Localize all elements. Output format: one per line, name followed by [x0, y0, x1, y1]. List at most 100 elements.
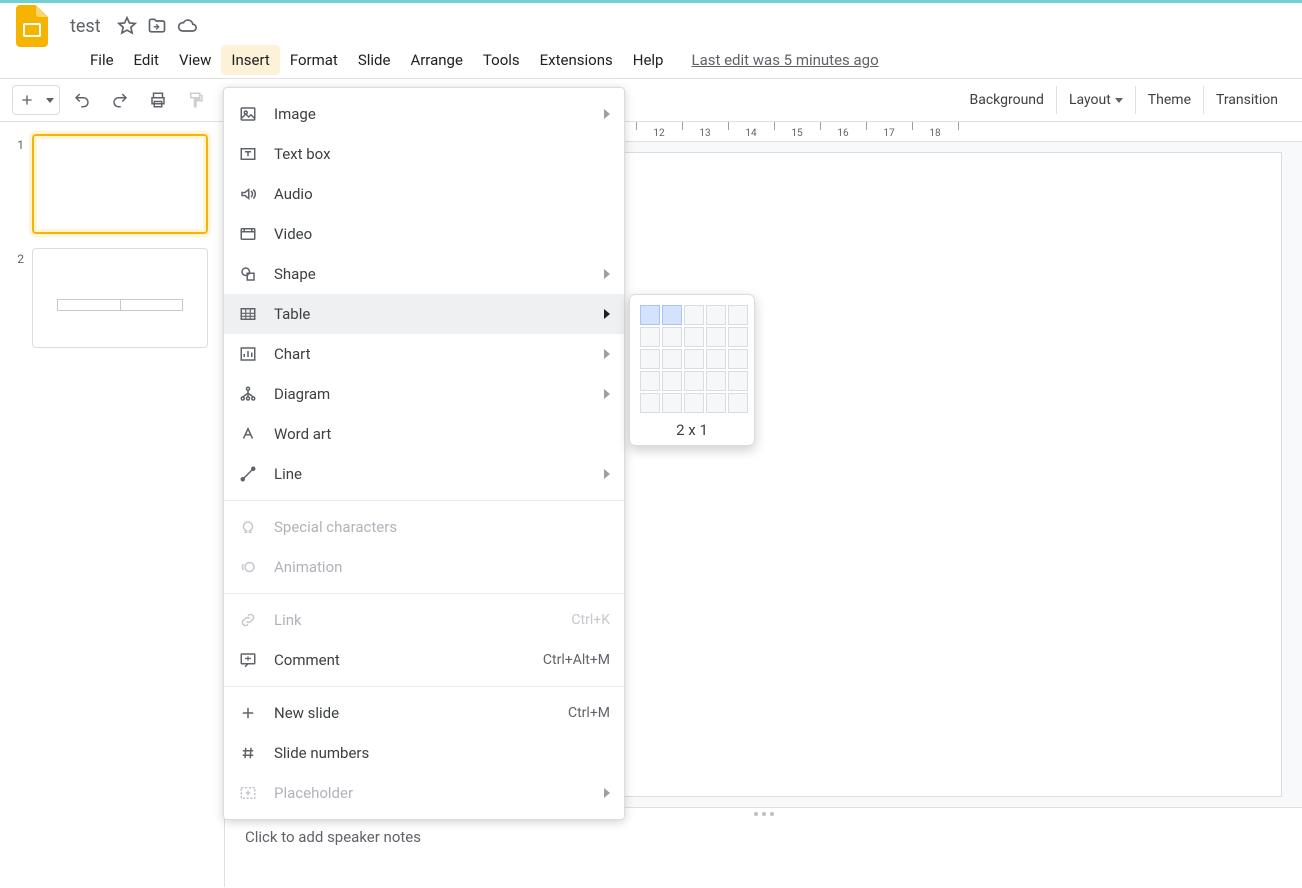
table-picker-cell[interactable]	[640, 305, 660, 325]
menu-extensions[interactable]: Extensions	[530, 45, 623, 75]
table-picker-cell[interactable]	[662, 349, 682, 369]
layout-button[interactable]: Layout	[1056, 86, 1135, 114]
slide-thumb-row: 2	[8, 248, 216, 348]
menu-help[interactable]: Help	[623, 45, 674, 75]
print-button[interactable]	[142, 84, 174, 116]
table-size-picker[interactable]: 2 x 1	[629, 294, 755, 446]
new-slide-button[interactable]	[13, 86, 41, 114]
menu-item-label: Comment	[274, 651, 527, 669]
insert-table[interactable]: Table	[224, 294, 624, 334]
insert-comment[interactable]: CommentCtrl+Alt+M	[224, 640, 624, 680]
table-picker-cell[interactable]	[706, 305, 726, 325]
menu-view[interactable]: View	[169, 45, 221, 75]
table-picker-cell[interactable]	[684, 393, 704, 413]
submenu-arrow-icon	[604, 349, 610, 359]
notes-placeholder[interactable]: Click to add speaker notes	[225, 820, 1302, 854]
menu-shortcut: Ctrl+M	[568, 705, 610, 721]
table-picker-cell[interactable]	[684, 349, 704, 369]
insert-special-characters: Special characters	[224, 507, 624, 547]
table-picker-cell[interactable]	[640, 327, 660, 347]
menu-insert[interactable]: Insert	[221, 45, 279, 75]
table-picker-cell[interactable]	[706, 393, 726, 413]
table-picker-cell[interactable]	[684, 327, 704, 347]
star-icon[interactable]	[117, 16, 137, 36]
doc-title[interactable]: test	[64, 14, 107, 39]
placeholder-icon	[238, 783, 258, 803]
table-picker-cell[interactable]	[662, 393, 682, 413]
last-edit-link[interactable]: Last edit was 5 minutes ago	[691, 51, 878, 69]
slides-logo-icon[interactable]	[12, 1, 52, 51]
menu-item-label: Text box	[274, 145, 610, 163]
table-picker-cell[interactable]	[706, 371, 726, 391]
insert-shape[interactable]: Shape	[224, 254, 624, 294]
menu-item-label: Shape	[274, 265, 580, 283]
move-folder-icon[interactable]	[147, 16, 167, 36]
menu-separator	[224, 500, 624, 501]
menu-item-label: Audio	[274, 185, 610, 203]
slide-thumb-row: 1	[8, 134, 216, 234]
insert-word-art[interactable]: Word art	[224, 414, 624, 454]
menu-item-label: Slide numbers	[274, 744, 610, 762]
menu-edit[interactable]: Edit	[124, 45, 169, 75]
background-button[interactable]: Background	[958, 86, 1056, 114]
table-picker-cell[interactable]	[662, 371, 682, 391]
table-picker-cell[interactable]	[640, 371, 660, 391]
insert-line[interactable]: Line	[224, 454, 624, 494]
toolbar: Background Layout Theme Transition	[0, 78, 1302, 122]
slide-number: 2	[8, 248, 24, 348]
slide-thumbnail[interactable]	[32, 248, 208, 348]
menu-item-label: Chart	[274, 345, 580, 363]
table-picker-cell[interactable]	[728, 393, 748, 413]
menu-file[interactable]: File	[80, 45, 124, 75]
table-picker-cell[interactable]	[640, 393, 660, 413]
menu-shortcut: Ctrl+K	[571, 612, 610, 628]
table-picker-cell[interactable]	[728, 371, 748, 391]
insert-audio[interactable]: Audio	[224, 174, 624, 214]
paint-format-button[interactable]	[180, 84, 212, 116]
slide-thumbnail[interactable]	[32, 134, 208, 234]
insert-slide-numbers[interactable]: Slide numbers	[224, 733, 624, 773]
menu-item-label: Line	[274, 465, 580, 483]
insert-link: LinkCtrl+K	[224, 600, 624, 640]
table-picker-cell[interactable]	[728, 305, 748, 325]
cloud-status-icon[interactable]	[177, 16, 197, 36]
table-picker-cell[interactable]	[640, 349, 660, 369]
menu-item-label: Diagram	[274, 385, 580, 403]
menu-format[interactable]: Format	[280, 45, 348, 75]
ruler-label: 15	[791, 128, 802, 139]
table-picker-cell[interactable]	[684, 305, 704, 325]
insert-image[interactable]: Image	[224, 94, 624, 134]
table-picker-cell[interactable]	[728, 349, 748, 369]
new-slide-dropdown[interactable]	[41, 86, 59, 114]
video-icon	[238, 224, 258, 244]
ruler-label: 17	[883, 128, 894, 139]
transition-button[interactable]: Transition	[1203, 86, 1290, 114]
menu-bar: FileEditViewInsertFormatSlideArrangeTool…	[0, 42, 1302, 78]
menu-slide[interactable]: Slide	[348, 45, 401, 75]
table-picker-cell[interactable]	[662, 305, 682, 325]
submenu-arrow-icon	[604, 788, 610, 798]
insert-video[interactable]: Video	[224, 214, 624, 254]
table-picker-cell[interactable]	[706, 327, 726, 347]
image-icon	[238, 104, 258, 124]
menu-item-label: Animation	[274, 558, 610, 576]
insert-new-slide[interactable]: New slideCtrl+M	[224, 693, 624, 733]
menu-item-label: Image	[274, 105, 580, 123]
table-picker-cell[interactable]	[684, 371, 704, 391]
table-picker-cell[interactable]	[728, 327, 748, 347]
theme-button[interactable]: Theme	[1135, 86, 1203, 114]
insert-diagram[interactable]: Diagram	[224, 374, 624, 414]
animation-icon	[238, 557, 258, 577]
table-picker-cell[interactable]	[706, 349, 726, 369]
undo-button[interactable]	[66, 84, 98, 116]
submenu-arrow-icon	[604, 469, 610, 479]
table-picker-cell[interactable]	[662, 327, 682, 347]
insert-chart[interactable]: Chart	[224, 334, 624, 374]
menu-tools[interactable]: Tools	[473, 45, 530, 75]
comment-icon	[238, 650, 258, 670]
insert-text-box[interactable]: Text box	[224, 134, 624, 174]
submenu-arrow-icon	[604, 389, 610, 399]
ruler-label: 13	[699, 128, 710, 139]
menu-arrange[interactable]: Arrange	[400, 45, 472, 75]
redo-button[interactable]	[104, 84, 136, 116]
